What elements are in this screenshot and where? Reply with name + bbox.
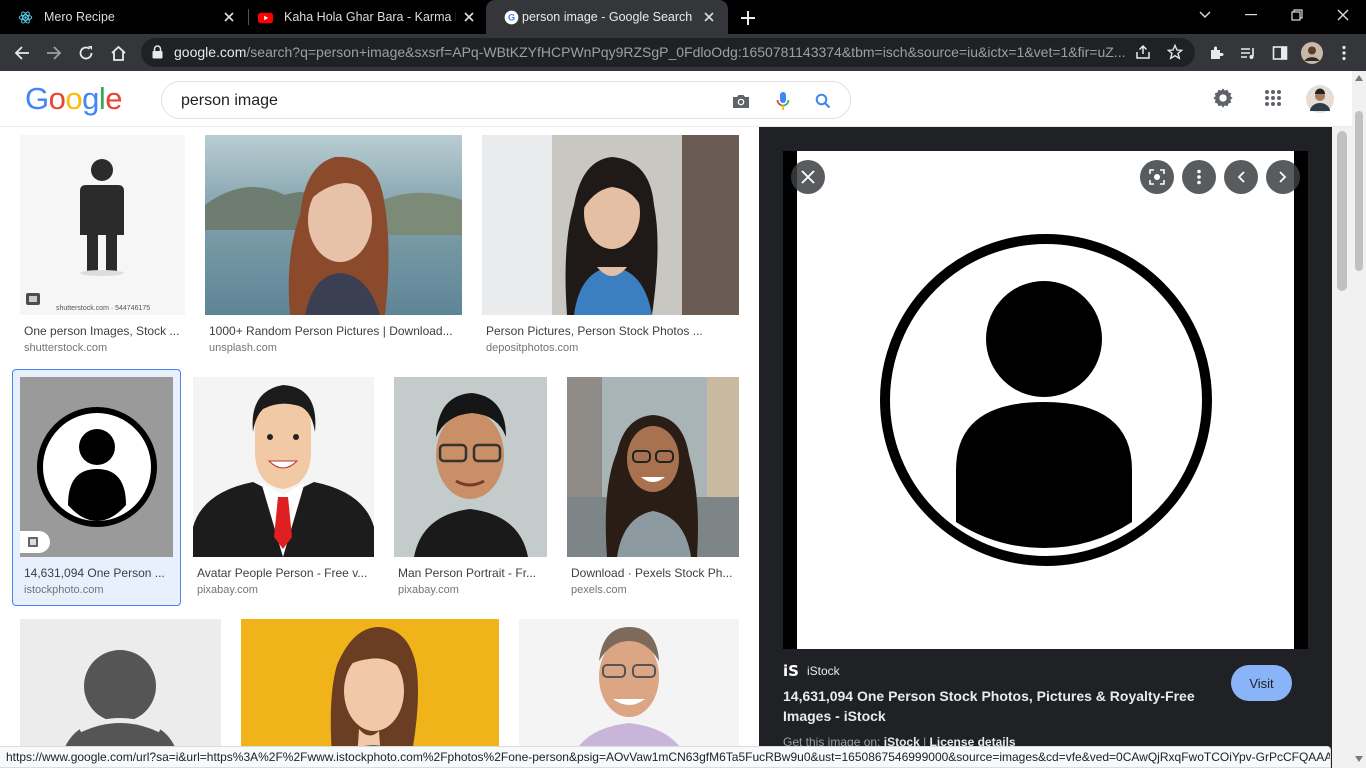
url-text[interactable]: google.com/search?q=person+image&sxsrf=A… [174,44,1129,60]
close-preview-icon[interactable] [791,160,825,194]
react-icon [18,10,33,25]
chrome-menu-icon[interactable] [1331,40,1357,66]
result-thumbnail[interactable] [482,135,739,315]
profile-avatar[interactable] [1299,40,1325,66]
preview-source[interactable]: iS iStock [783,662,840,680]
youtube-icon [258,10,273,25]
tab-title: Kaha Hola Ghar Bara - Karma Band [284,10,456,24]
result-thumbnail[interactable] [205,135,462,315]
tab-youtube[interactable]: Kaha Hola Ghar Bara - Karma Band [240,0,488,34]
restore-icon[interactable] [1274,0,1320,30]
home-icon[interactable] [105,40,131,66]
result-thumbnail[interactable] [20,377,173,557]
search-input[interactable]: person image [181,92,278,110]
tab-search-icon[interactable] [1182,0,1228,30]
result-thumbnail[interactable]: shutterstock.com · 544746175 [20,135,185,315]
image-results-grid: shutterstock.com · 544746175 One person … [0,127,759,768]
search-icon[interactable] [813,91,833,111]
result-source[interactable]: istockphoto.com [24,584,103,596]
result-source[interactable]: pixabay.com [398,584,459,596]
url-host: google.com [174,44,247,60]
next-image-icon[interactable] [1266,160,1300,194]
camera-icon[interactable] [731,91,751,111]
page-scrollbar-thumb[interactable] [1355,111,1363,271]
close-tab-icon[interactable] [220,8,238,26]
new-tab-button[interactable] [737,7,759,29]
scroll-up-icon [1355,75,1363,81]
address-bar[interactable]: google.com/search?q=person+image&sxsrf=A… [141,38,1195,67]
tab-title: person image - Google Search [522,10,693,24]
result-thumbnail[interactable] [567,377,739,557]
reload-icon[interactable] [73,40,99,66]
image-badge [20,531,50,553]
result-caption[interactable]: Avatar People Person - Free v... [197,566,373,580]
link-status-bar: https://www.google.com/url?sa=i&url=http… [0,746,1331,768]
result-caption[interactable]: Man Person Portrait - Fr... [398,566,546,580]
account-avatar[interactable] [1306,85,1334,113]
search-box[interactable]: person image [161,81,851,119]
tab-title: Mero Recipe [44,10,115,24]
apps-grid-icon[interactable] [1259,84,1287,112]
page-scrollbar[interactable] [1352,71,1366,768]
settings-gear-icon[interactable] [1209,84,1237,112]
result-thumbnail[interactable] [193,377,374,557]
svg-text:G: G [508,13,515,23]
close-tab-icon[interactable] [700,8,718,26]
tab-google-search[interactable]: G person image - Google Search [486,0,728,34]
result-source[interactable]: pixabay.com [197,584,258,596]
result-source[interactable]: depositphotos.com [486,342,578,354]
scroll-down-icon [1355,756,1363,762]
extensions-icon[interactable] [1203,40,1229,66]
result-caption[interactable]: Download · Pexels Stock Ph... [571,566,738,580]
web-page: Google person image shutterstock.com · 5… [0,71,1366,768]
tab-mero-recipe[interactable]: Mero Recipe [0,0,248,34]
result-caption[interactable]: 1000+ Random Person Pictures | Download.… [209,324,461,338]
image-preview-panel: iS iStock 14,631,094 One Person Stock Ph… [759,127,1332,768]
browser-toolbar: google.com/search?q=person+image&sxsrf=A… [0,34,1366,71]
watermark-text: shutterstock.com · 544746175 [56,305,151,312]
google-logo[interactable]: Google [25,81,123,117]
preview-image[interactable] [797,151,1294,649]
result-source[interactable]: unsplash.com [209,342,277,354]
result-thumbnail[interactable] [394,377,547,557]
more-options-icon[interactable] [1182,160,1216,194]
forward-icon[interactable] [41,40,67,66]
result-caption[interactable]: One person Images, Stock ... [24,324,184,338]
result-source[interactable]: shutterstock.com [24,342,107,354]
scrollbar-thumb[interactable] [1337,131,1347,291]
minimize-icon[interactable] [1228,0,1274,30]
side-panel-icon[interactable] [1267,40,1293,66]
google-icon: G [504,10,519,25]
istock-logo-icon: iS [783,662,799,680]
google-lens-icon[interactable] [1140,160,1174,194]
microphone-icon[interactable] [773,91,793,111]
bookmark-star-icon[interactable] [1166,43,1184,65]
preview-scrollbar[interactable] [1332,127,1352,768]
url-path: /search?q=person+image&sxsrf=APq-WBtKZYf… [246,44,1126,60]
result-source[interactable]: pexels.com [571,584,627,596]
back-icon[interactable] [9,40,35,66]
previous-image-icon[interactable] [1224,160,1258,194]
lock-icon[interactable] [152,45,163,64]
tab-strip: Mero Recipe Kaha Hola Ghar Bara - Karma … [0,0,1366,34]
share-icon[interactable] [1135,44,1151,65]
preview-title[interactable]: 14,631,094 One Person Stock Photos, Pict… [783,686,1213,726]
preview-image-frame[interactable] [783,151,1308,649]
close-window-icon[interactable] [1320,0,1366,30]
result-caption[interactable]: 14,631,094 One Person ... [24,566,169,580]
media-control-icon[interactable] [1235,40,1261,66]
preview-source-name: iStock [806,664,840,678]
visit-button[interactable]: Visit [1231,665,1292,701]
close-tab-icon[interactable] [460,8,478,26]
google-header: Google person image [0,71,1352,127]
result-caption[interactable]: Person Pictures, Person Stock Photos ... [486,324,738,338]
